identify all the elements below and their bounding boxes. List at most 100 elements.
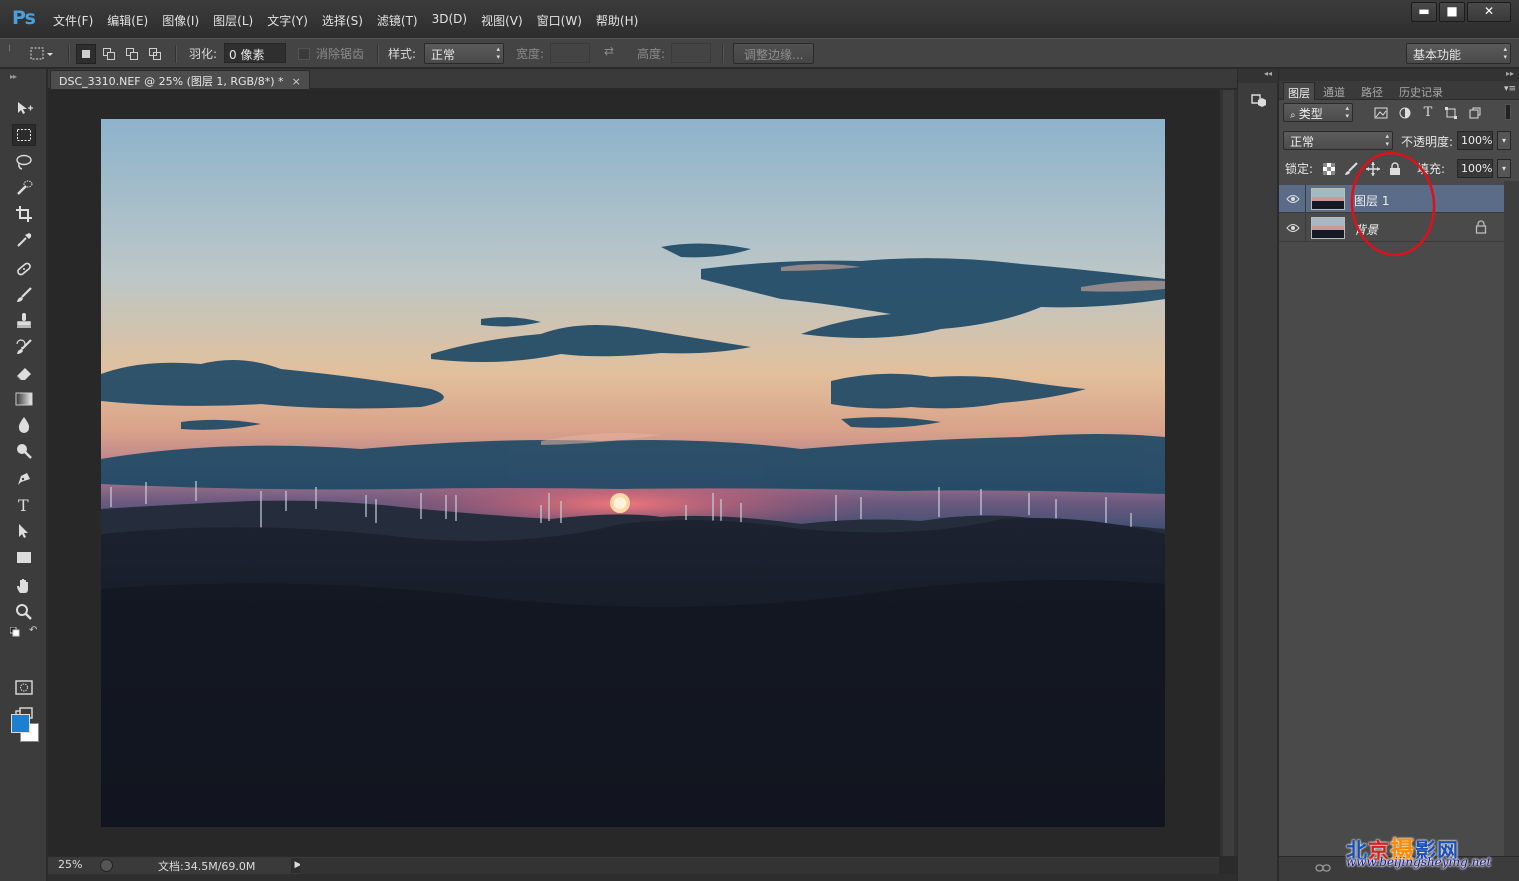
new-selection-button[interactable] [76,44,96,64]
blend-mode-select[interactable]: 正常 [1283,131,1393,150]
refine-edge-button[interactable]: 调整边缘... [733,43,815,64]
dock-collapse-icon[interactable]: ◂◂ [1238,69,1278,83]
subtract-selection-button[interactable] [122,44,142,64]
zoom-level[interactable]: 25% [58,858,82,871]
history-brush-tool[interactable] [12,336,36,358]
scrollbar-thumb[interactable] [1223,90,1234,856]
menu-edit[interactable]: 编辑(E) [100,10,155,31]
zoom-tool[interactable] [12,601,36,623]
type-tool[interactable]: T [12,494,36,516]
menu-select[interactable]: 选择(S) [315,10,370,31]
crop-icon [16,206,32,222]
hand-icon [17,579,28,593]
menu-help[interactable]: 帮助(H) [589,10,645,31]
rect-marquee-tool[interactable] [12,124,36,146]
style-select[interactable]: 正常 [424,43,504,64]
horizontal-scrollbar[interactable] [300,858,1219,874]
feather-input[interactable]: 0 像素 [224,43,286,63]
menu-window[interactable]: 窗口(W) [530,10,589,31]
menu-filter[interactable]: 滤镜(T) [370,10,425,31]
filter-toggle-switch[interactable] [1505,104,1511,120]
canvas-area[interactable] [48,90,1219,856]
divider [175,45,176,63]
rectangle-tool[interactable] [12,547,36,569]
minimize-button[interactable]: ▬ [1411,2,1437,22]
add-selection-button[interactable] [99,44,119,64]
dodge-icon [17,444,32,459]
filter-pixel-icon[interactable] [1373,105,1389,121]
menu-view[interactable]: 视图(V) [474,10,530,31]
lasso-tool[interactable] [12,151,36,173]
status-info-icon[interactable] [100,859,113,872]
fill-dropdown[interactable]: ▾ [1497,159,1511,178]
link-layers-icon[interactable] [1315,862,1331,876]
panel-scrollbar[interactable] [1504,181,1519,856]
vertical-scrollbar[interactable] [1219,90,1237,856]
opacity-dropdown[interactable]: ▾ [1497,131,1511,150]
menu-type[interactable]: 文字(Y) [260,10,315,31]
quick-mask-icon [15,680,33,695]
gradient-icon [15,392,33,406]
filter-smart-object-icon[interactable] [1467,105,1483,121]
close-tab-icon[interactable]: × [292,75,301,88]
width-input[interactable] [550,43,590,63]
feather-label: 羽化: [189,47,218,61]
swap-colors-icon[interactable]: ↶ [29,625,37,636]
antialias-checkbox[interactable] [298,48,310,60]
eraser-tool[interactable] [12,362,36,384]
workspace-select[interactable]: 基本功能 [1406,43,1511,64]
fill-input[interactable]: 100% [1457,159,1493,178]
filter-shape-icon[interactable] [1443,105,1459,121]
layer-thumbnail [1311,217,1345,239]
title-bar: Ps 文件(F) 编辑(E) 图像(I) 图层(L) 文字(Y) 选择(S) 滤… [0,0,1519,38]
intersect-selection-button[interactable] [145,44,165,64]
menu-layer[interactable]: 图层(L) [206,10,260,31]
foreground-color-swatch[interactable] [11,714,30,733]
tab-channels[interactable]: 通道 [1319,82,1349,100]
height-input[interactable] [671,43,711,63]
panel-menu-icon[interactable]: ▾≡ [1504,84,1516,94]
menu-3d[interactable]: 3D(D) [425,10,474,31]
brush-tool[interactable] [12,284,36,306]
quick-mask-button[interactable] [12,677,36,699]
close-button[interactable]: ✕ [1467,2,1511,22]
default-colors-icon[interactable] [9,626,20,637]
pen-tool[interactable] [12,468,36,490]
opacity-label: 不透明度: [1401,135,1454,149]
clone-stamp-tool[interactable] [12,310,36,332]
path-selection-tool[interactable] [12,520,36,542]
toolbar-collapse-icon[interactable]: ▸▸ [10,72,17,81]
maximize-button[interactable]: ■ [1439,2,1465,22]
swap-dimensions-icon[interactable]: ⇄ [604,44,614,58]
gradient-tool[interactable] [12,388,36,410]
healing-brush-tool[interactable] [12,258,36,280]
lock-transparent-icon[interactable] [1321,161,1337,177]
panel-collapse-icon[interactable]: ▸▸ [1279,69,1519,81]
tab-history[interactable]: 历史记录 [1395,82,1447,100]
document-image[interactable] [101,119,1165,827]
quick-select-tool[interactable] [12,177,36,199]
panel-3d-button[interactable] [1248,91,1270,113]
layer-filter-select[interactable]: ⌕ 类型 [1283,103,1353,122]
blur-tool[interactable] [12,414,36,436]
marquee-preset-picker[interactable] [28,45,54,63]
visibility-eye-icon[interactable] [1285,191,1301,207]
tab-paths[interactable]: 路径 [1357,82,1387,100]
dodge-tool[interactable] [12,440,36,462]
menu-file[interactable]: 文件(F) [46,10,100,31]
document-tab[interactable]: DSC_3310.NEF @ 25% (图层 1, RGB/8*) * × [50,70,310,89]
menu-image[interactable]: 图像(I) [155,10,206,31]
crop-tool[interactable] [12,203,36,225]
stamp-icon [17,313,31,328]
opacity-input[interactable]: 100% [1457,131,1493,150]
rectangle-shape-icon [17,552,31,563]
width-label: 宽度: [516,47,545,61]
tab-layers[interactable]: 图层 [1283,82,1315,100]
hand-tool[interactable] [12,575,36,597]
filter-adjustment-icon[interactable] [1397,105,1413,121]
lock-label: 锁定: [1285,162,1314,176]
eyedropper-tool[interactable] [12,229,36,251]
filter-type-icon[interactable]: T [1420,104,1436,120]
visibility-eye-icon[interactable] [1285,220,1301,236]
move-tool[interactable] [12,97,36,119]
